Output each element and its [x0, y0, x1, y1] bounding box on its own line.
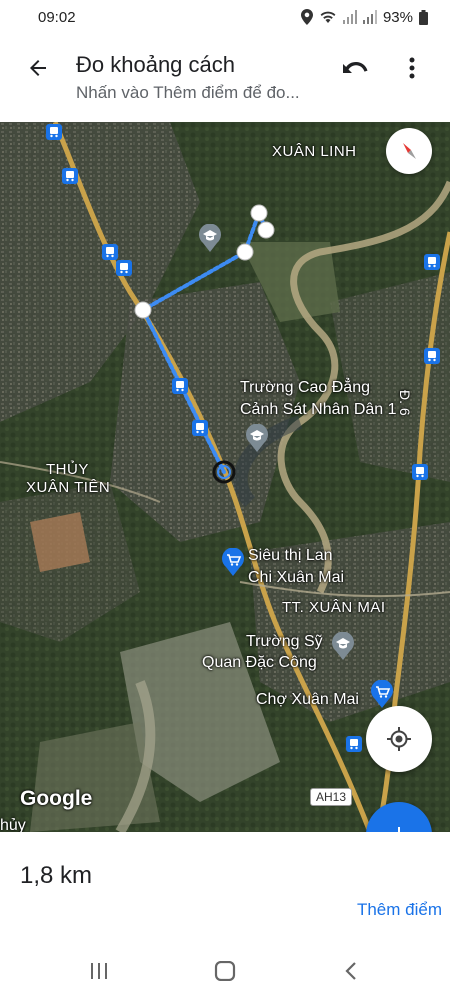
bus-stop-icon[interactable] [172, 378, 188, 394]
arrow-back-icon [30, 60, 46, 76]
road-shield-ah13: AH13 [310, 788, 353, 806]
home-icon [214, 961, 236, 981]
recent-apps-button[interactable] [84, 958, 114, 984]
plus-icon [398, 827, 400, 832]
undo-button[interactable] [338, 50, 374, 86]
my-location-icon [387, 727, 411, 751]
bus-stop-icon[interactable] [116, 260, 132, 276]
add-point-link[interactable]: Thêm điểm [357, 900, 442, 920]
bus-stop-icon[interactable] [424, 348, 440, 364]
map-label-thuy-line2: XUÂN TIÊN [26, 479, 111, 496]
map-label-supermarket-line2: Chi Xuân Mai [248, 569, 345, 586]
map-label-college-line1: Trường Cao Đẳng [240, 379, 370, 396]
map-label-tt-xuan-mai: TT. XUÂN MAI [282, 599, 386, 616]
school-icon[interactable] [245, 424, 269, 452]
map-label-officer-line2: Quan Đặc Công [202, 654, 317, 671]
map-label-road-d6: Đ. 6 [397, 390, 413, 416]
app-bar: Đo khoảng cách Nhấn vào Thêm điểm để đo.… [0, 34, 450, 122]
measurement-panel: 1,8 km Thêm điểm [0, 832, 450, 940]
screen: 09:02 93% Đo khoảng cách Nhấn vào Thêm đ… [0, 0, 450, 1000]
map-label-thuy-line1: THỦY [46, 461, 89, 478]
school-icon[interactable] [331, 632, 355, 660]
more-vert-icon [409, 57, 415, 79]
bus-stop-icon[interactable] [412, 464, 428, 480]
more-options-button[interactable] [396, 50, 428, 86]
compass-icon [403, 143, 416, 159]
compass-button[interactable] [386, 128, 432, 174]
page-title: Đo khoảng cách [76, 52, 235, 77]
recent-apps-icon [91, 963, 107, 979]
bus-stop-icon[interactable] [102, 244, 118, 260]
signal-icon [362, 10, 377, 24]
total-distance: 1,8 km [20, 862, 93, 889]
map-label-partial: hủy [0, 817, 26, 832]
shopping-cart-icon[interactable] [221, 548, 245, 576]
map-view[interactable]: XUÂN LINH Trường Cao Đẳng Cảnh Sát Nhân … [0, 122, 450, 832]
map-label-xuan-linh: XUÂN LINH [272, 143, 357, 160]
back-nav-button[interactable] [336, 958, 366, 984]
wifi-icon [320, 11, 336, 23]
bus-stop-icon[interactable] [62, 168, 78, 184]
map-label-market: Chợ Xuân Mai [256, 691, 359, 708]
bus-stop-icon[interactable] [46, 124, 62, 140]
status-time: 09:02 [38, 8, 76, 26]
undo-icon [343, 62, 368, 73]
map-label-officer-line1: Trường Sỹ [246, 633, 323, 650]
google-logo: Google [20, 787, 93, 810]
bus-stop-icon[interactable] [346, 736, 362, 752]
back-button[interactable] [20, 50, 56, 86]
map-label-supermarket-line1: Siêu thị Lan [248, 547, 333, 564]
status-bar: 09:02 93% [0, 0, 450, 34]
back-nav-icon [345, 962, 356, 980]
battery-percent: 93% [382, 8, 413, 26]
location-icon [300, 9, 313, 25]
home-button[interactable] [210, 958, 240, 984]
bus-stop-icon[interactable] [424, 254, 440, 270]
bus-stop-icon[interactable] [192, 420, 208, 436]
page-subtitle: Nhấn vào Thêm điểm để đo... [76, 83, 300, 102]
system-nav-bar [0, 940, 450, 1000]
status-icons: 93% [300, 8, 428, 26]
school-icon[interactable] [198, 224, 222, 252]
map-label-college-line2: Cảnh Sát Nhân Dân 1 [240, 401, 397, 418]
battery-icon [419, 9, 428, 25]
signal-icon [342, 10, 357, 24]
shopping-cart-icon[interactable] [370, 680, 394, 708]
my-location-button[interactable] [366, 706, 432, 772]
